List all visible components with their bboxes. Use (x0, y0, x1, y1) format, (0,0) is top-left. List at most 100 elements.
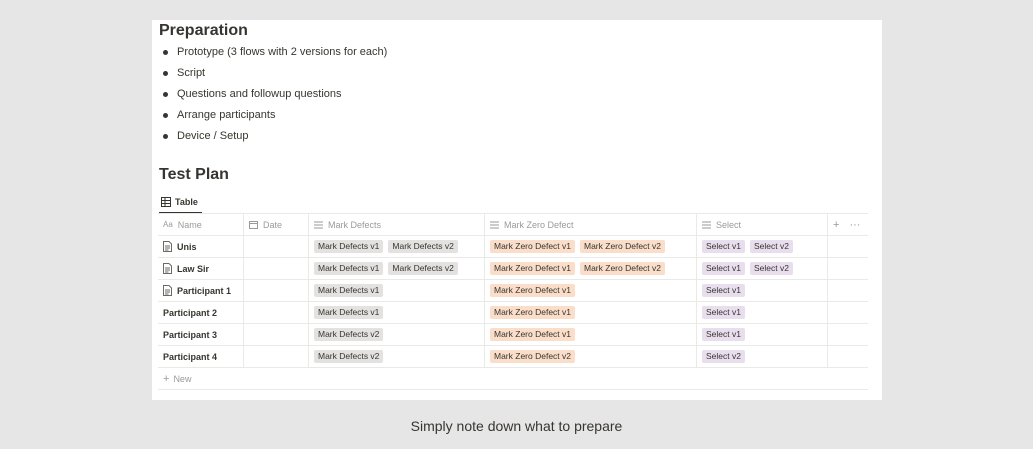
column-header-label: Date (263, 219, 283, 230)
row-name: Unis (177, 241, 197, 252)
select-cell[interactable]: Select v1 (697, 324, 828, 345)
select-cell[interactable]: Select v1 (697, 280, 828, 301)
new-row-button[interactable]: + New (158, 368, 868, 390)
name-cell[interactable]: Law Sir (158, 258, 244, 279)
row-name: Participant 3 (163, 329, 218, 340)
column-header-mark-defects[interactable]: Mark Defects (309, 214, 485, 235)
table-row[interactable]: Participant 3 Mark Defects v2 Mark Zero De… (158, 324, 868, 346)
name-cell[interactable]: Participant 2 (158, 302, 244, 323)
tag: Mark Defects v1 (314, 262, 384, 275)
tag: Select v1 (702, 284, 745, 297)
date-cell[interactable] (244, 258, 309, 279)
calendar-icon (249, 221, 258, 229)
empty-cell (828, 302, 868, 323)
notion-page: Preparation Prototype (3 flows with 2 ve… (152, 20, 882, 400)
date-cell[interactable] (244, 346, 309, 367)
tag: Mark Zero Defect v1 (490, 284, 575, 297)
list-item-text: Arrange participants (177, 109, 276, 121)
preparation-heading: Preparation (159, 22, 248, 39)
tag: Mark Defects v2 (314, 350, 384, 363)
bullet-icon (163, 92, 168, 97)
tag: Mark Zero Defect v1 (490, 328, 575, 341)
mark-zero-defect-cell[interactable]: Mark Zero Defect v1 Mark Zero Defect v2 (485, 236, 697, 257)
column-header-date[interactable]: Date (244, 214, 309, 235)
tag: Mark Zero Defect v2 (580, 240, 665, 253)
column-header-select[interactable]: Select (697, 214, 828, 235)
table-row[interactable]: Participant 4 Mark Defects v2 Mark Zero De… (158, 346, 868, 368)
mark-defects-cell[interactable]: Mark Defects v2 (309, 346, 485, 367)
bullet-icon (163, 50, 168, 55)
list-item-text: Device / Setup (177, 130, 249, 142)
tag: Mark Defects v1 (314, 284, 384, 297)
name-cell[interactable]: Unis (158, 236, 244, 257)
empty-cell (828, 346, 868, 367)
select-cell[interactable]: Select v2 (697, 346, 828, 367)
tag: Mark Zero Defect v1 (490, 262, 575, 275)
table-row[interactable]: Unis Mark Defects v1 Mark Defects v2 Mark Z… (158, 236, 868, 258)
test-plan-table: Aa Name Date Mark Defects Mark Zero Defe… (158, 213, 868, 390)
table-icon (161, 197, 171, 207)
tag: Mark Zero Defect v2 (580, 262, 665, 275)
add-property-icon[interactable]: + (833, 219, 839, 231)
mark-defects-cell[interactable]: Mark Defects v2 (309, 324, 485, 345)
row-name: Participant 4 (163, 351, 218, 362)
preparation-list: Prototype (3 flows with 2 versions for e… (159, 42, 387, 147)
select-cell[interactable]: Select v1 Select v2 (697, 236, 828, 257)
page-icon (163, 263, 172, 274)
tag: Mark Defects v2 (388, 262, 458, 275)
mark-zero-defect-cell[interactable]: Mark Zero Defect v1 (485, 324, 697, 345)
mark-zero-defect-cell[interactable]: Mark Zero Defect v2 (485, 346, 697, 367)
row-name: Law Sir (177, 263, 210, 274)
date-cell[interactable] (244, 302, 309, 323)
list-item-text: Prototype (3 flows with 2 versions for e… (177, 46, 388, 58)
mark-zero-defect-cell[interactable]: Mark Zero Defect v1 (485, 302, 697, 323)
page-icon (163, 285, 172, 296)
name-cell[interactable]: Participant 4 (158, 346, 244, 367)
multi-select-icon (314, 221, 323, 228)
table-header-row: Aa Name Date Mark Defects Mark Zero Defe… (158, 214, 868, 236)
mark-zero-defect-cell[interactable]: Mark Zero Defect v1 (485, 280, 697, 301)
date-cell[interactable] (244, 324, 309, 345)
table-row[interactable]: Participant 2 Mark Defects v1 Mark Zero De… (158, 302, 868, 324)
table-row[interactable]: Participant 1 Mark Defects v1 Mark Zero De… (158, 280, 868, 302)
date-cell[interactable] (244, 280, 309, 301)
name-cell[interactable]: Participant 1 (158, 280, 244, 301)
tag: Mark Zero Defect v1 (490, 240, 575, 253)
tab-table-label: Table (175, 197, 198, 207)
tab-table-view[interactable]: Table (159, 192, 202, 214)
table-row[interactable]: Law Sir Mark Defects v1 Mark Defects v2 Mar… (158, 258, 868, 280)
mark-defects-cell[interactable]: Mark Defects v1 (309, 280, 485, 301)
list-item-text: Script (177, 67, 206, 79)
mark-defects-cell[interactable]: Mark Defects v1 Mark Defects v2 (309, 258, 485, 279)
list-item: Script (159, 63, 387, 84)
page-icon (163, 241, 172, 252)
text-property-icon: Aa (163, 220, 173, 229)
tag: Mark Zero Defect v2 (490, 350, 575, 363)
select-cell[interactable]: Select v1 Select v2 (697, 258, 828, 279)
tag: Select v1 (702, 240, 745, 253)
column-header-mark-zero-defect[interactable]: Mark Zero Defect (485, 214, 697, 235)
tag: Mark Defects v2 (388, 240, 458, 253)
empty-cell (828, 236, 868, 257)
date-cell[interactable] (244, 236, 309, 257)
select-cell[interactable]: Select v1 (697, 302, 828, 323)
mark-defects-cell[interactable]: Mark Defects v1 Mark Defects v2 (309, 236, 485, 257)
tag: Mark Defects v1 (314, 306, 384, 319)
mark-zero-defect-cell[interactable]: Mark Zero Defect v1 Mark Zero Defect v2 (485, 258, 697, 279)
column-header-actions: + ··· (828, 214, 868, 235)
row-name: Participant 2 (163, 307, 218, 318)
multi-select-icon (702, 221, 711, 228)
tag: Select v2 (749, 240, 793, 253)
name-cell[interactable]: Participant 3 (158, 324, 244, 345)
table-body: Unis Mark Defects v1 Mark Defects v2 Mark Z… (158, 236, 868, 368)
more-options-icon[interactable]: ··· (849, 219, 860, 231)
plus-icon: + (163, 372, 170, 385)
list-item: Prototype (3 flows with 2 versions for e… (159, 42, 387, 63)
bullet-icon (163, 134, 168, 139)
column-header-name[interactable]: Aa Name (158, 214, 244, 235)
bullet-icon (163, 71, 168, 76)
list-item: Arrange participants (159, 105, 387, 126)
tag: Select v1 (702, 262, 745, 275)
mark-defects-cell[interactable]: Mark Defects v1 (309, 302, 485, 323)
tag: Mark Defects v2 (314, 328, 384, 341)
